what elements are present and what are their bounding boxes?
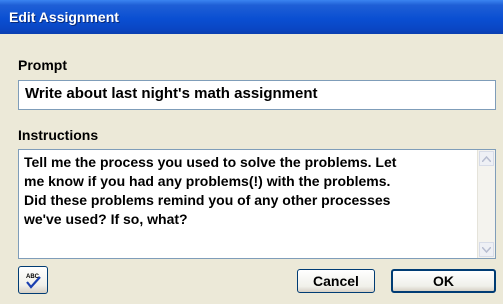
title-bar[interactable]: Edit Assignment — [0, 0, 503, 34]
instructions-scrollbar[interactable] — [477, 150, 495, 258]
ok-button[interactable]: OK — [391, 269, 496, 293]
instructions-label: Instructions — [18, 127, 99, 143]
cancel-button[interactable]: Cancel — [297, 269, 375, 293]
spellcheck-icon: ABC — [26, 274, 41, 289]
instructions-textarea[interactable]: Tell me the process you used to solve th… — [18, 149, 496, 259]
prompt-label: Prompt — [18, 57, 67, 73]
prompt-input[interactable]: Write about last night's math assignment — [18, 80, 496, 110]
scroll-up-button[interactable] — [479, 151, 494, 166]
spellcheck-button[interactable]: ABC — [18, 266, 48, 294]
scroll-down-button[interactable] — [479, 242, 494, 257]
edit-assignment-dialog: Edit Assignment Prompt Write about last … — [0, 0, 503, 304]
window-title: Edit Assignment — [9, 9, 119, 25]
chevron-down-icon — [482, 246, 491, 253]
instructions-text[interactable]: Tell me the process you used to solve th… — [24, 153, 472, 229]
chevron-up-icon — [482, 155, 491, 162]
